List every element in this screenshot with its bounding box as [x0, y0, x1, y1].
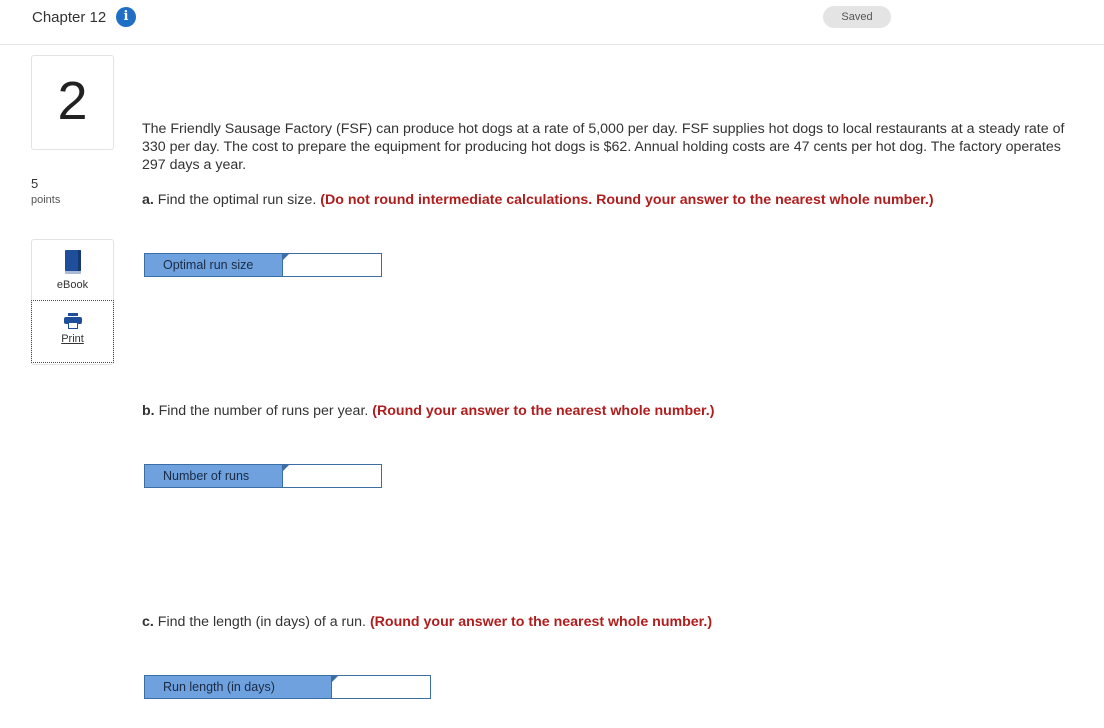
number-of-runs-input[interactable]	[283, 464, 382, 488]
part-letter: a.	[142, 192, 154, 208]
chapter-title: Chapter 12	[32, 9, 107, 26]
points-label: points	[31, 194, 61, 206]
part-letter: b.	[142, 403, 155, 419]
tools-panel: eBook Print	[31, 239, 114, 365]
answer-row-number-of-runs: Number of runs	[144, 464, 382, 488]
answer-label: Optimal run size	[144, 253, 283, 277]
answer-label: Number of runs	[144, 464, 283, 488]
question-number-box: 2	[31, 55, 114, 150]
part-letter: c.	[142, 614, 154, 630]
ebook-label: eBook	[56, 279, 89, 291]
print-label: Print	[61, 333, 84, 345]
run-length-input[interactable]	[332, 675, 431, 699]
info-icon[interactable]: i	[116, 7, 136, 27]
part-a-prompt: a. Find the optimal run size. (Do not ro…	[142, 192, 934, 208]
answer-row-run-length: Run length (in days)	[144, 675, 431, 699]
answer-label: Run length (in days)	[144, 675, 332, 699]
question-text: The Friendly Sausage Factory (FSF) can p…	[142, 121, 1065, 173]
input-corner-marker	[283, 254, 289, 260]
saved-status-badge: Saved	[823, 6, 891, 28]
printer-icon	[63, 313, 82, 329]
print-button[interactable]: Print	[31, 300, 114, 363]
part-prompt: Find the number of runs per year.	[158, 403, 369, 419]
part-instruction: (Round your answer to the nearest whole …	[372, 403, 715, 419]
input-corner-marker	[283, 465, 289, 471]
ebook-button[interactable]: eBook	[32, 250, 113, 300]
question-number: 2	[57, 71, 88, 131]
part-prompt: Find the length (in days) of a run.	[157, 614, 366, 630]
part-prompt: Find the optimal run size.	[157, 192, 317, 208]
input-corner-marker	[332, 676, 338, 682]
points-value: 5	[31, 176, 39, 191]
optimal-run-size-input[interactable]	[283, 253, 382, 277]
top-bar: Chapter 12 i Saved	[0, 0, 1104, 45]
part-instruction: (Round your answer to the nearest whole …	[369, 614, 713, 630]
part-c-prompt: c. Find the length (in days) of a run. (…	[142, 614, 712, 630]
answer-row-optimal-run-size: Optimal run size	[144, 253, 382, 277]
part-b-prompt: b. Find the number of runs per year. (Ro…	[142, 403, 714, 419]
book-icon	[64, 250, 81, 271]
part-instruction: (Do not round intermediate calculations.…	[320, 192, 934, 208]
